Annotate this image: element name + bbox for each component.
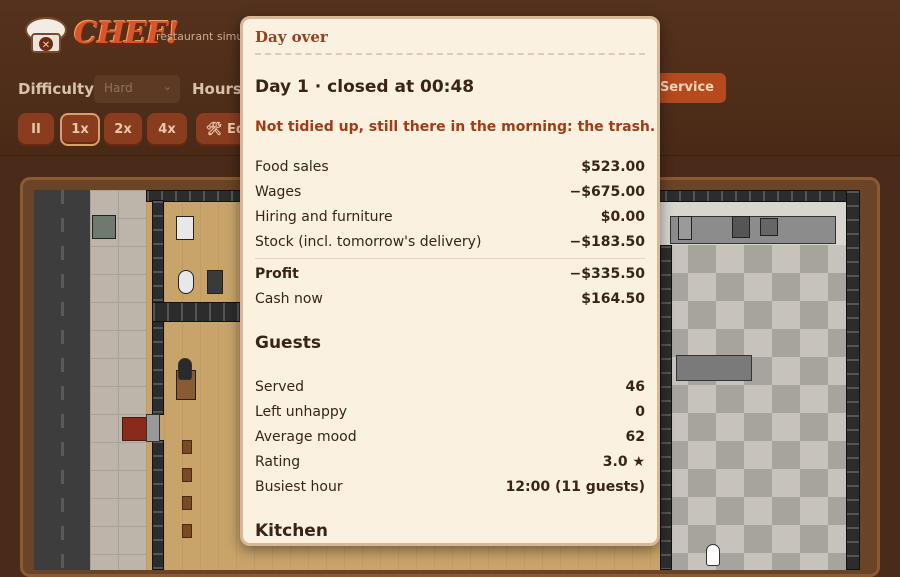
guest-value: 0 [635,404,645,420]
kitchen-wall [660,245,672,570]
toilet[interactable] [178,270,194,294]
cook-character[interactable] [706,544,720,566]
kitchen-heading: Kitchen [255,521,328,541]
pause-button[interactable]: II [18,113,54,146]
kitchen-counter[interactable] [670,216,836,244]
speed-4x-button[interactable]: 4x [147,113,187,146]
dialog-title: Day over [255,28,328,46]
profit-label: Profit [255,266,299,282]
divider [255,53,645,55]
guest-value: 3.0 ★ [602,454,645,470]
prep-counter[interactable] [676,355,752,381]
finance-value: $523.00 [581,159,645,175]
stove[interactable] [760,218,778,236]
svg-text:✕: ✕ [42,40,50,51]
guest-label: Rating [255,454,301,470]
guest-label: Left unhappy [255,404,348,420]
cash-row: Cash now $164.50 [255,291,645,311]
finance-row: Food sales $523.00 [255,159,645,179]
finance-label: Stock (incl. tomorrow's delivery) [255,234,482,250]
difficulty-select[interactable]: Hard ⌄ [94,75,180,103]
guest-value: 12:00 (11 guests) [505,479,645,495]
finance-row: Hiring and furniture $0.00 [255,209,645,229]
guest-row: Left unhappy 0 [255,404,645,424]
sidewalk [90,190,146,570]
guest-value: 62 [625,429,645,445]
difficulty-value: Hard [104,81,133,95]
tagline: restaurant simu [156,30,244,43]
left-wall-lower [152,440,164,570]
restroom-wall [152,302,252,322]
chair[interactable] [182,496,192,510]
chair[interactable] [182,524,192,538]
finance-label: Hiring and furniture [255,209,393,225]
day-over-dialog: Day over Day 1 · closed at 00:48 Not tid… [240,16,660,546]
fridge[interactable] [678,216,692,240]
host-character[interactable] [178,358,192,380]
divider [255,258,645,259]
trash-bin[interactable] [92,215,116,239]
oven[interactable] [732,216,750,238]
guest-row: Served 46 [255,379,645,399]
cash-value: $164.50 [581,291,645,307]
trash-warning: Not tidied up, still there in the mornin… [255,119,656,135]
chair[interactable] [182,440,192,454]
guest-row: Rating 3.0 ★ [255,454,645,474]
entrance-door[interactable] [122,417,148,441]
guest-label: Average mood [255,429,357,445]
guests-heading: Guests [255,333,321,353]
profit-value: −$335.50 [569,266,646,282]
guest-value: 46 [625,379,645,395]
pause-icon: II [31,122,41,137]
hours-label: Hours [192,80,242,98]
finance-value: $0.00 [600,209,645,225]
street-lane-marking [61,190,64,570]
chef-hat-logo-icon: ✕ [25,17,67,53]
cash-label: Cash now [255,291,323,307]
entrance-sign [146,414,160,442]
day-heading: Day 1 · closed at 00:48 [255,77,475,97]
sink[interactable] [176,216,194,240]
finance-value: −$183.50 [569,234,646,250]
kitchen-floor [660,245,860,570]
finance-value: −$675.00 [569,184,646,200]
chevron-down-icon: ⌄ [162,80,172,93]
guest-row: Average mood 62 [255,429,645,449]
speed-1x-button[interactable]: 1x [60,113,100,146]
right-wall [846,190,860,570]
finance-row: Stock (incl. tomorrow's delivery) −$183.… [255,234,645,254]
finance-label: Food sales [255,159,329,175]
profit-row: Profit −$335.50 [255,266,645,286]
guest-row: Busiest hour 12:00 (11 guests) [255,479,645,499]
finance-row: Wages −$675.00 [255,184,645,204]
bin[interactable] [207,270,223,294]
edit-button[interactable]: 🛠 Ed [196,113,246,146]
guest-label: Served [255,379,305,395]
guest-label: Busiest hour [255,479,343,495]
finance-label: Wages [255,184,302,200]
speed-2x-button[interactable]: 2x [104,113,142,146]
chair[interactable] [182,468,192,482]
difficulty-label: Difficulty [18,80,94,98]
